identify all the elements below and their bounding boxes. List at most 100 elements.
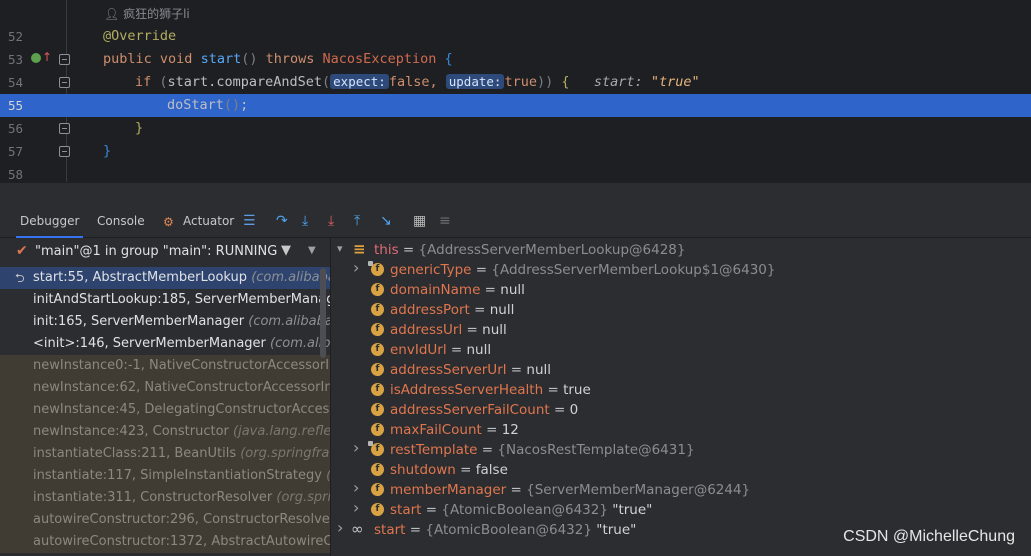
field-icon: f: [371, 483, 384, 496]
variable-object-ref: {NacosRestTemplate@6431}: [497, 442, 695, 458]
variable-row[interactable]: f envIdUrl = null: [353, 340, 1031, 360]
fold-icon[interactable]: [59, 146, 70, 157]
stack-frame[interactable]: autowireConstructor:1372, AbstractAutowi…: [0, 531, 330, 553]
stack-frame[interactable]: newInstance0:-1, NativeConstructorAccess…: [0, 355, 330, 377]
keyword-token: throws: [265, 51, 315, 67]
fold-icon[interactable]: [59, 54, 70, 65]
actuator-icon: ⚙: [163, 215, 174, 229]
stack-frame[interactable]: newInstance:45, DelegatingConstructorAcc…: [0, 399, 330, 421]
frame-method: newInstance:62, NativeConstructorAccesso…: [33, 380, 330, 395]
panel-splitter[interactable]: [0, 182, 1031, 206]
code-text: @Override: [103, 28, 176, 44]
variable-name: memberManager: [390, 482, 507, 498]
code-line[interactable]: 52 @Override: [0, 25, 1031, 48]
force-step-into-icon[interactable]: ⤓: [328, 214, 334, 228]
tab-debugger[interactable]: Debugger: [15, 214, 84, 238]
code-line[interactable]: 58: [0, 163, 1031, 182]
stack-frame[interactable]: newInstance:423, Constructor (java.lang.…: [0, 421, 330, 443]
tab-actuator[interactable]: Actuator: [183, 214, 234, 228]
param-hint: expect:: [330, 74, 389, 89]
stack-frame[interactable]: <init>:146, ServerMemberManager (com.ali…: [0, 333, 330, 355]
step-over-icon[interactable]: ↷: [276, 214, 288, 228]
thread-selector[interactable]: ✔ "main"@1 in group "main": RUNNING ▼ ▼: [0, 238, 330, 266]
frame-text: newInstance:45, DelegatingConstructorAcc…: [33, 402, 330, 417]
field-icon: f: [371, 403, 384, 416]
variable-row[interactable]: f isAddressServerHealth = true: [353, 380, 1031, 400]
variable-name: start: [390, 502, 422, 518]
run-to-cursor-icon[interactable]: ↘: [380, 214, 392, 228]
chevron-right-icon[interactable]: ›: [353, 258, 365, 277]
class-token: NacosException: [322, 51, 437, 67]
fold-icon[interactable]: [59, 77, 70, 88]
chevron-right-icon[interactable]: ›: [353, 438, 365, 457]
tab-console[interactable]: Console: [97, 214, 145, 228]
code-line[interactable]: 53 ↑ public void start() throws NacosExc…: [0, 48, 1031, 71]
variable-row[interactable]: f maxFailCount = 12: [353, 420, 1031, 440]
chevron-right-icon[interactable]: ›: [353, 498, 365, 517]
variable-equals: =: [405, 522, 426, 538]
code-line[interactable]: 57 }: [0, 140, 1031, 163]
variable-row[interactable]: f addressUrl = null: [353, 320, 1031, 340]
trace-stream-icon[interactable]: ≡: [439, 214, 451, 228]
stack-frame[interactable]: init:165, ServerMemberManager (com.aliba…: [0, 311, 330, 333]
code-line[interactable]: 54 if (start.compareAndSet(expect: false,…: [0, 71, 1031, 94]
stack-frame[interactable]: instantiate:117, SimpleInstantiationStra…: [0, 465, 330, 487]
override-icon[interactable]: [31, 53, 41, 63]
current-execution-line[interactable]: 55 doStart();: [0, 94, 1031, 117]
paren-token: (): [223, 97, 241, 113]
chevron-right-icon[interactable]: ›: [337, 518, 349, 537]
stack-frame[interactable]: ⮌ start:55, AbstractMemberLookup (com.ali…: [0, 267, 330, 289]
stack-frame[interactable]: instantiate:311, ConstructorResolver (or…: [0, 487, 330, 509]
variable-row[interactable]: f addressPort = null: [353, 300, 1031, 320]
menu-icon[interactable]: ☰: [243, 214, 256, 228]
variable-name: start: [374, 522, 406, 538]
evaluate-expression-icon[interactable]: ▦: [413, 214, 426, 228]
chevron-right-icon[interactable]: ›: [353, 478, 365, 497]
code-line[interactable]: 56 }: [0, 117, 1031, 140]
fold-icon[interactable]: [59, 123, 70, 134]
keyword-token: false,: [388, 74, 438, 90]
variable-equals: =: [398, 242, 419, 258]
arrow-up-icon: ↑: [42, 50, 53, 64]
variable-row[interactable]: › f memberManager = {ServerMemberManager@6…: [353, 478, 1031, 500]
variable-name: maxFailCount: [390, 422, 482, 438]
variable-name: addressServerUrl: [390, 362, 507, 378]
variable-row[interactable]: › f restTemplate = {NacosRestTemplate@6431…: [353, 438, 1031, 460]
variable-row[interactable]: f addressServerUrl = null: [353, 360, 1031, 380]
variable-object-ref: {ServerMemberManager@6244}: [526, 482, 751, 498]
line-number: 55: [8, 98, 24, 113]
variable-value: null: [500, 282, 525, 298]
variable-row[interactable]: f addressServerFailCount = 0: [353, 400, 1031, 420]
stack-frame[interactable]: initAndStartLookup:185, ServerMemberMana…: [0, 289, 330, 311]
stack-frame[interactable]: newInstance:62, NativeConstructorAccesso…: [0, 377, 330, 399]
variable-row[interactable]: › f genericType = {AddressServerMemberLook…: [353, 258, 1031, 280]
inline-debug-label: start:: [593, 74, 643, 90]
variable-row[interactable]: › f start = {AtomicBoolean@6432} "true": [353, 498, 1031, 520]
code-editor[interactable]: 👤︎ 疯狂的狮子li 52 @Override 53 ↑ public void…: [0, 0, 1031, 182]
variable-row[interactable]: ▾ ≡ this = {AddressServerMemberLookup@6428…: [337, 240, 1031, 260]
keyword-token: true: [504, 74, 537, 90]
frames-scrollbar[interactable]: [320, 268, 326, 358]
variable-name: shutdown: [390, 462, 456, 478]
frame-method: instantiate:311, ConstructorResolver: [33, 490, 273, 505]
variable-object-ref: {AddressServerMemberLookup@6428}: [418, 242, 686, 258]
code-text: if (start.compareAndSet(expect: false, up…: [135, 74, 700, 90]
stack-frame[interactable]: autowireConstructor:296, ConstructorReso…: [0, 509, 330, 531]
stack-frame[interactable]: instantiateClass:211, BeanUtils (org.spr…: [0, 443, 330, 465]
method-token: compareAndSet: [216, 74, 322, 90]
variable-row[interactable]: f shutdown = false: [353, 460, 1031, 480]
variable-name: isAddressServerHealth: [390, 382, 544, 398]
variable-object-ref: {AtomicBoolean@6432}: [425, 522, 592, 538]
variable-equals: =: [481, 422, 502, 438]
step-into-icon[interactable]: ⤓: [302, 214, 308, 228]
variable-object-ref: {AddressServerMemberLookup$1@6430}: [491, 262, 776, 278]
chevron-down-icon[interactable]: ▼: [308, 245, 316, 256]
chevron-down-icon[interactable]: ▾: [337, 242, 349, 255]
step-out-icon[interactable]: ⤒: [354, 214, 360, 228]
variable-name: domainName: [390, 282, 481, 298]
variable-equals: =: [506, 362, 527, 378]
frame-text: newInstance0:-1, NativeConstructorAccess…: [33, 358, 330, 373]
filter-icon[interactable]: ▼: [281, 243, 291, 258]
frame-method: <init>:146, ServerMemberManager: [33, 336, 266, 351]
variable-row[interactable]: f domainName = null: [353, 280, 1031, 300]
